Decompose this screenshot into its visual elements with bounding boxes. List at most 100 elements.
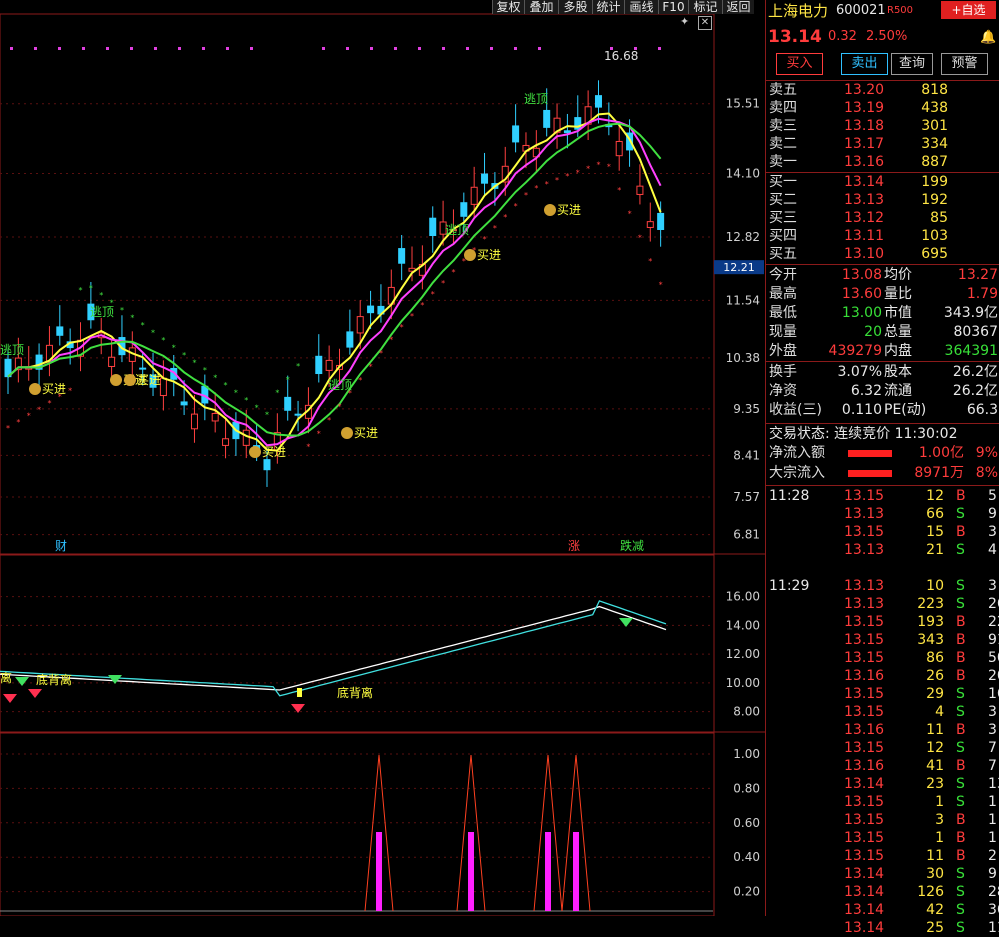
sar-dot: * [327, 416, 331, 425]
sar-dot: * [451, 268, 455, 277]
tick-row: 13.15 343 B 91 [766, 631, 999, 649]
asks-volume: 301 [921, 118, 948, 134]
stock-header: 上海电力 600021 R500 +自选 [766, 1, 999, 21]
top-marker-dot [418, 47, 421, 50]
tick-count: 13 [988, 776, 999, 792]
candle-body [180, 401, 188, 406]
trade-button-2[interactable]: 查询 [891, 53, 933, 75]
tick-price: 13.13 [844, 596, 885, 612]
toolbar-button-2[interactable]: 多股 [558, 0, 592, 14]
sar-dot: * [265, 411, 269, 420]
top-marker-dot [658, 47, 661, 50]
candle-body [315, 355, 323, 375]
tick-count: 1 [988, 830, 997, 846]
chart-canvas[interactable]: 15.51 14.10 12.82 11.54 10.38 9.35 8.41 7.57 6.8… [0, 0, 765, 916]
stat-value: 13.27 [957, 267, 998, 283]
tick-count: 3 [988, 524, 997, 540]
stat-value: 3.07% [837, 364, 882, 380]
toolbar-button-6[interactable]: 标记 [688, 0, 722, 14]
tick-volume: 193 [917, 614, 944, 630]
sar-dot: * [483, 235, 487, 244]
sar-dot: * [379, 349, 383, 358]
sar-dot: * [141, 321, 145, 330]
tick-volume: 42 [926, 902, 944, 918]
quote-panel: 上海电力 600021 R500 +自选 13.14 0.32 2.50% 🔔 … [765, 0, 999, 936]
bids-volume: 85 [930, 210, 948, 226]
signal-bar [573, 832, 579, 911]
trade-button-0[interactable]: 买入 [776, 53, 823, 75]
tick-price: 13.14 [844, 866, 885, 882]
chart-toolbar: 复权 叠加 多股 统计 画线 F10 标记 返回 [0, 0, 765, 14]
toolbar-button-7[interactable]: 返回 [722, 0, 754, 14]
sar-dot: * [255, 403, 259, 412]
tick-volume: 10 [926, 578, 944, 594]
asks-row[interactable]: 卖四 13.19 438 [766, 99, 999, 117]
bids-label: 买五 [769, 246, 797, 262]
tick-price: 13.14 [844, 902, 885, 918]
add-watchlist-button[interactable]: +自选 [941, 1, 996, 19]
sar-dot: * [286, 375, 290, 384]
bids-row[interactable]: 买二 13.13 192 [766, 191, 999, 209]
sar-dot: * [400, 323, 404, 332]
gear-icon[interactable]: ✦ [680, 16, 692, 28]
sar-dot: * [234, 388, 238, 397]
bids-row[interactable]: 买四 13.11 103 [766, 227, 999, 245]
asks-price: 13.17 [844, 136, 885, 152]
candle-body [190, 413, 198, 430]
candle-body [470, 186, 478, 205]
flow-pct: 9% [975, 445, 998, 461]
kline-chart-area[interactable]: 15.51 14.10 12.82 11.54 10.38 9.35 8.41 7.57 6.8… [0, 0, 765, 916]
toolbar-button-4[interactable]: 画线 [624, 0, 658, 14]
bids-row[interactable]: 买三 13.12 85 [766, 209, 999, 227]
sar-dot: * [617, 186, 621, 195]
y-tick-label: 6.81 [733, 528, 760, 542]
tick-price: 13.16 [844, 722, 885, 738]
tick-price: 13.14 [844, 884, 885, 900]
red-diamond-icon [291, 704, 305, 713]
sar-dot: * [182, 351, 186, 360]
tick-side: S [956, 704, 965, 720]
tick-side: B [956, 848, 966, 864]
y-tick-label: 16.00 [726, 590, 760, 604]
trade-button-1[interactable]: 卖出 [841, 53, 888, 75]
bids-row[interactable]: 买一 13.14 199 [766, 173, 999, 191]
tick-row: 13.13 21 S 4 [766, 541, 999, 559]
asks-row[interactable]: 卖五 13.20 818 [766, 81, 999, 99]
toolbar-button-5[interactable]: F10 [658, 0, 688, 14]
asks-row[interactable]: 卖二 13.17 334 [766, 135, 999, 153]
tick-row: 13.13 66 S 9 [766, 505, 999, 523]
sar-dot: * [607, 163, 611, 172]
asks-label: 卖一 [769, 154, 797, 170]
candle-body [512, 125, 520, 143]
trade-button-3[interactable]: 预警 [941, 53, 988, 75]
stat-label: 收益(三) [769, 402, 822, 418]
candle-body [284, 396, 292, 411]
tick-row: 11:29 13.13 10 S 3 [766, 577, 999, 595]
divergence-label: 底背离 [337, 685, 373, 700]
tick-volume: 25 [926, 920, 944, 936]
divergence-label: 底背离 [36, 672, 72, 687]
tick-row: 13.14 25 S 11 [766, 919, 999, 937]
bell-icon[interactable]: 🔔 [980, 28, 996, 48]
close-icon[interactable]: ✕ [698, 16, 712, 30]
sar-dot: * [16, 418, 20, 427]
asks-label: 卖二 [769, 136, 797, 152]
sar-dot: * [514, 202, 518, 211]
y-tick-label: 0.40 [733, 850, 760, 864]
bids-row[interactable]: 买五 13.10 695 [766, 245, 999, 263]
price-change: 0.32 [828, 29, 857, 44]
money-bag-icon [124, 374, 136, 386]
sar-dot: * [545, 180, 549, 189]
stock-badge: R500 [887, 5, 914, 16]
toolbar-button-0[interactable]: 复权 [492, 0, 524, 14]
sar-dot: * [192, 358, 196, 367]
asks-row[interactable]: 卖三 13.18 301 [766, 117, 999, 135]
top-marker-dot [514, 47, 517, 50]
y-tick-label: 0.60 [733, 816, 760, 830]
event-label: 财 [55, 539, 67, 553]
tick-row: 13.14 23 S 13 [766, 775, 999, 793]
toolbar-button-1[interactable]: 叠加 [524, 0, 558, 14]
tick-row: 13.15 86 B 50 [766, 649, 999, 667]
asks-row[interactable]: 卖一 13.16 887 [766, 153, 999, 171]
toolbar-button-3[interactable]: 统计 [592, 0, 624, 14]
